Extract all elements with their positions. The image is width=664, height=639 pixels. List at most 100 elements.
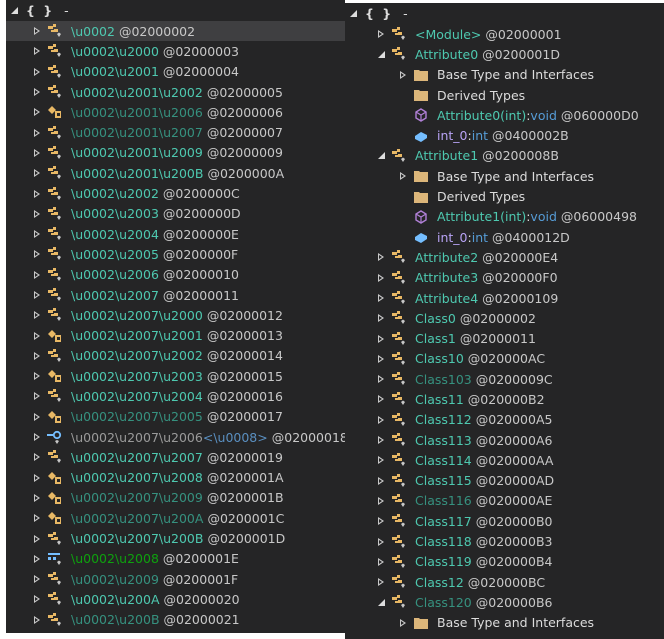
collapsed-arrow-icon[interactable]: [375, 515, 387, 527]
collapsed-arrow-icon[interactable]: [31, 289, 43, 301]
collapsed-arrow-icon[interactable]: [375, 495, 387, 507]
collapsed-arrow-icon[interactable]: [375, 373, 387, 385]
tree-node[interactable]: Attribute1 @0200008B: [345, 146, 664, 166]
collapsed-arrow-icon[interactable]: [397, 170, 409, 182]
collapsed-arrow-icon[interactable]: [375, 353, 387, 365]
tree-node[interactable]: Class10 @020000AC: [345, 349, 664, 369]
expanded-arrow-icon[interactable]: [375, 48, 387, 60]
tree-node[interactable]: \u0002\u2007\u2007 @02000019: [6, 447, 345, 467]
tree-node[interactable]: Class1 @02000011: [345, 328, 664, 348]
collapsed-arrow-icon[interactable]: [31, 208, 43, 220]
collapsed-arrow-icon[interactable]: [31, 593, 43, 605]
tree-node[interactable]: Attribute0 @0200001D: [345, 44, 664, 64]
collapsed-arrow-icon[interactable]: [375, 312, 387, 324]
collapsed-arrow-icon[interactable]: [375, 333, 387, 345]
collapsed-arrow-icon[interactable]: [397, 617, 409, 629]
tree-node[interactable]: Base Type and Interfaces: [345, 166, 664, 186]
collapsed-arrow-icon[interactable]: [375, 393, 387, 405]
expanded-arrow-icon[interactable]: [375, 150, 387, 162]
collapsed-arrow-icon[interactable]: [31, 411, 43, 423]
tree-node[interactable]: \u0002\u2006 @02000010: [6, 265, 345, 285]
tree-node[interactable]: \u0002\u2001\u2006 @02000006: [6, 102, 345, 122]
collapsed-arrow-icon[interactable]: [31, 86, 43, 98]
tree-node[interactable]: \u0002\u2007\u2002 @02000014: [6, 346, 345, 366]
collapsed-arrow-icon[interactable]: [31, 167, 43, 179]
tree-node[interactable]: \u0002\u2008 @0200001E: [6, 549, 345, 569]
tree-node[interactable]: \u0002\u2007 @02000011: [6, 285, 345, 305]
collapsed-arrow-icon[interactable]: [375, 414, 387, 426]
collapsed-arrow-icon[interactable]: [375, 28, 387, 40]
tree-node[interactable]: Derived Types: [345, 85, 664, 105]
tree-node[interactable]: Base Type and Interfaces: [345, 65, 664, 85]
tree-node[interactable]: Attribute0(int) : void @060000D0: [345, 105, 664, 125]
tree-node[interactable]: \u0002\u200C@02000022: [6, 630, 345, 634]
tree-node[interactable]: \u0002\u2000 @02000003: [6, 41, 345, 61]
tree-node[interactable]: Derived Types: [345, 186, 664, 206]
collapsed-arrow-icon[interactable]: [375, 292, 387, 304]
collapsed-arrow-icon[interactable]: [31, 309, 43, 321]
tree-node[interactable]: \u0002\u200A @02000020: [6, 589, 345, 609]
tree-node[interactable]: Base Type and Interfaces: [345, 613, 664, 633]
tree-node[interactable]: Class114 @020000AA: [345, 450, 664, 470]
tree-node[interactable]: \u0002\u2005 @0200000F: [6, 244, 345, 264]
collapsed-arrow-icon[interactable]: [375, 434, 387, 446]
tree-node[interactable]: \u0002\u2007\u2005 @02000017: [6, 407, 345, 427]
namespace-node[interactable]: { } -: [6, 0, 345, 21]
collapsed-arrow-icon[interactable]: [31, 106, 43, 118]
tree-node[interactable]: Class118 @020000B3: [345, 531, 664, 551]
tree-node[interactable]: \u0002\u2009 @0200001F: [6, 569, 345, 589]
collapsed-arrow-icon[interactable]: [375, 536, 387, 548]
tree-node[interactable]: Class119 @020000B4: [345, 552, 664, 572]
tree-node[interactable]: \u0002\u200B @02000021: [6, 610, 345, 630]
tree-node[interactable]: Attribute3 @020000F0: [345, 268, 664, 288]
tree-node[interactable]: \u0002\u2002 @0200000C: [6, 183, 345, 203]
expanded-arrow-icon[interactable]: [11, 7, 18, 14]
collapsed-arrow-icon[interactable]: [31, 553, 43, 565]
tree-node[interactable]: int_0 : int @0400002B: [345, 125, 664, 145]
collapsed-arrow-icon[interactable]: [375, 576, 387, 588]
collapsed-arrow-icon[interactable]: [31, 269, 43, 281]
tree-node[interactable]: \u0002\u2007\u2004 @02000016: [6, 386, 345, 406]
namespace-node[interactable]: { } -: [345, 3, 664, 24]
collapsed-arrow-icon[interactable]: [31, 573, 43, 585]
tree-node[interactable]: \u0002\u2007\u2000 @02000012: [6, 305, 345, 325]
collapsed-arrow-icon[interactable]: [31, 390, 43, 402]
tree-node[interactable]: Class117 @020000B0: [345, 511, 664, 531]
collapsed-arrow-icon[interactable]: [31, 45, 43, 57]
tree-node[interactable]: \u0002\u2003 @0200000D: [6, 204, 345, 224]
expanded-arrow-icon[interactable]: [375, 596, 387, 608]
collapsed-arrow-icon[interactable]: [31, 472, 43, 484]
tree-node[interactable]: Attribute4 @02000109: [345, 288, 664, 308]
tree-node[interactable]: \u0002\u2001\u2007 @02000007: [6, 122, 345, 142]
collapsed-arrow-icon[interactable]: [31, 147, 43, 159]
expanded-arrow-icon[interactable]: [350, 10, 357, 17]
tree-node[interactable]: Class0 @02000002: [345, 308, 664, 328]
tree-node[interactable]: \u0002\u2007\u2003 @02000015: [6, 366, 345, 386]
tree-node[interactable]: Attribute2 @020000E4: [345, 247, 664, 267]
collapsed-arrow-icon[interactable]: [31, 512, 43, 524]
tree-node[interactable]: <Module> @02000001: [345, 24, 664, 44]
tree-node[interactable]: \u0002\u2007\u200A @0200001C: [6, 508, 345, 528]
collapsed-arrow-icon[interactable]: [31, 492, 43, 504]
collapsed-arrow-icon[interactable]: [375, 454, 387, 466]
left-tree-panel[interactable]: { } - \u0002 @02000002 \u0002\u2000 @020000…: [6, 0, 345, 633]
collapsed-arrow-icon[interactable]: [31, 614, 43, 626]
collapsed-arrow-icon[interactable]: [31, 370, 43, 382]
tree-node[interactable]: \u0002\u2004 @0200000E: [6, 224, 345, 244]
collapsed-arrow-icon[interactable]: [31, 228, 43, 240]
collapsed-arrow-icon[interactable]: [375, 475, 387, 487]
collapsed-arrow-icon[interactable]: [31, 66, 43, 78]
collapsed-arrow-icon[interactable]: [31, 350, 43, 362]
tree-node[interactable]: \u0002\u2001\u200B @0200000A: [6, 163, 345, 183]
collapsed-arrow-icon[interactable]: [31, 248, 43, 260]
tree-node[interactable]: \u0002\u2001\u2002 @02000005: [6, 82, 345, 102]
tree-node[interactable]: \u0002\u2001 @02000004: [6, 62, 345, 82]
collapsed-arrow-icon[interactable]: [31, 330, 43, 342]
collapsed-arrow-icon[interactable]: [397, 69, 409, 81]
collapsed-arrow-icon[interactable]: [31, 188, 43, 200]
tree-node[interactable]: Class112 @020000A5: [345, 410, 664, 430]
tree-node[interactable]: \u0002\u2007\u2009 @0200001B: [6, 488, 345, 508]
collapsed-arrow-icon[interactable]: [375, 251, 387, 263]
tree-node[interactable]: \u0002\u2007\u200B @0200001D: [6, 528, 345, 548]
tree-node[interactable]: Class103 @0200009C: [345, 369, 664, 389]
